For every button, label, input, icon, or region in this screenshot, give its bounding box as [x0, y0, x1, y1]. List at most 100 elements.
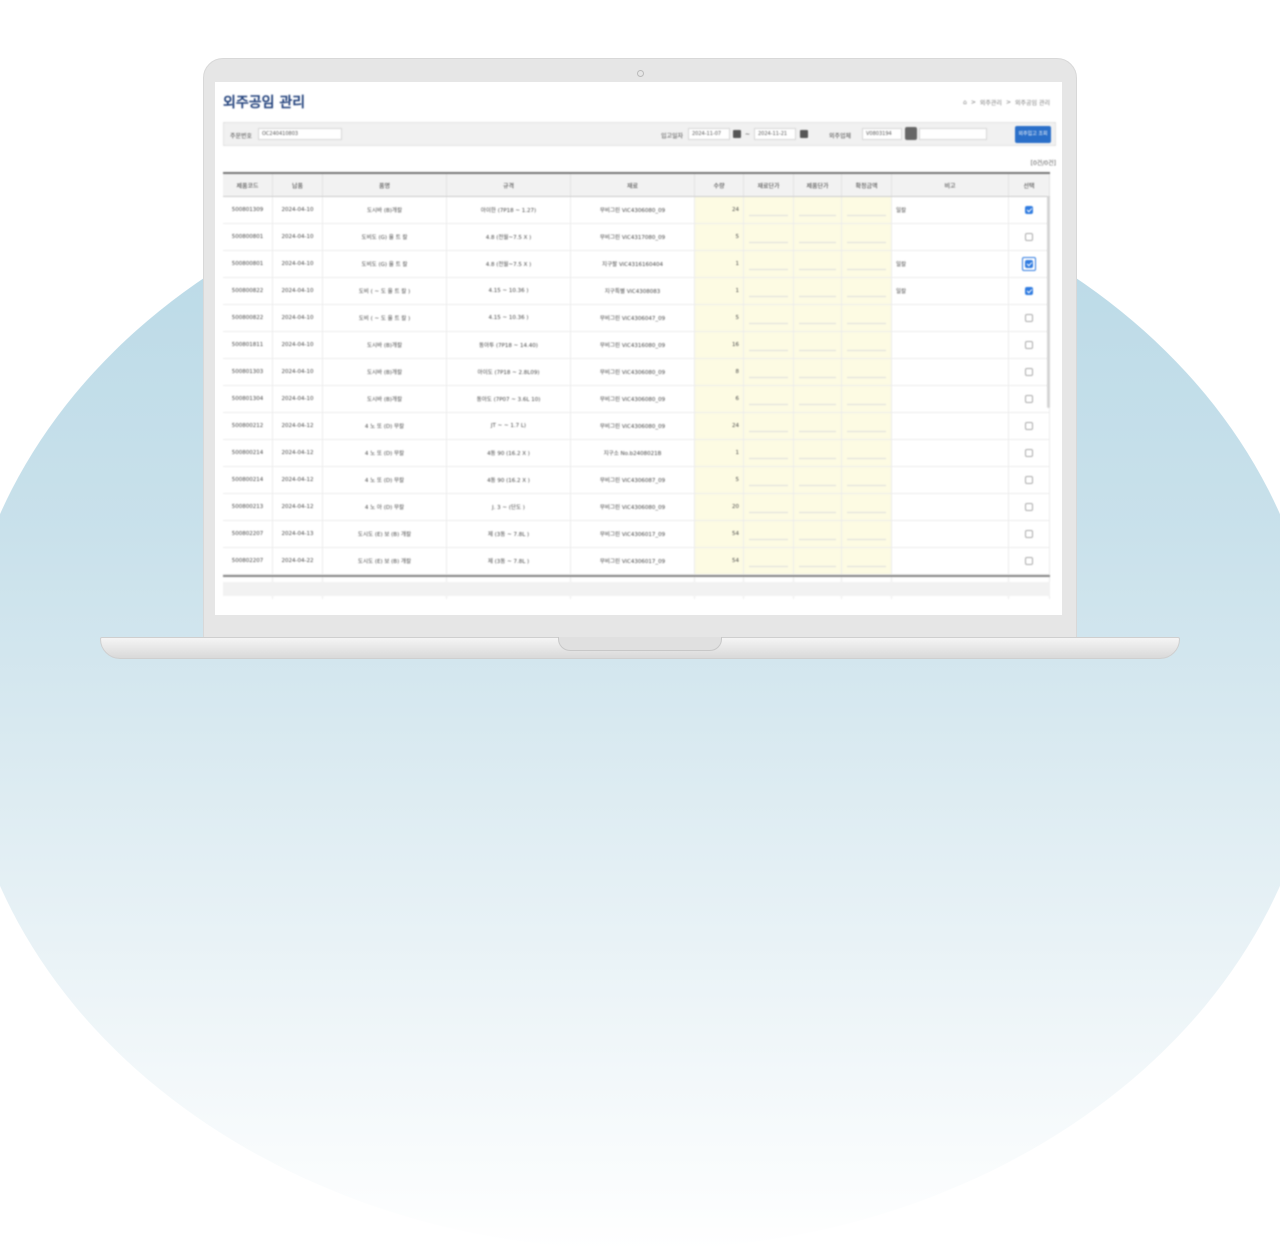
product-price-input[interactable] — [794, 548, 842, 574]
material-price-input[interactable] — [744, 251, 794, 277]
breadcrumb-item-outsourcing[interactable]: 외주관리 — [980, 98, 1002, 107]
material-price-input[interactable] — [744, 332, 794, 358]
query-button[interactable]: 외주입고 조회 — [1015, 126, 1051, 143]
cell-input-line — [846, 448, 887, 459]
material-price-input[interactable] — [744, 197, 794, 223]
material-price-input[interactable] — [744, 440, 794, 466]
confirmed-amount-input[interactable] — [842, 386, 892, 412]
select-checkbox[interactable] — [1025, 422, 1033, 430]
material-price-input[interactable] — [744, 467, 794, 493]
table-row[interactable]: 500800214 2024-04-12 4 노 또 (D) 무칼 4동 90 (16… — [223, 440, 1050, 467]
product-price-input[interactable] — [794, 332, 842, 358]
header-cell: 확정금액 — [842, 174, 892, 196]
table-row[interactable]: 500800212 2024-04-12 4 노 또 (D) 무칼 JT ~ ~ 1.… — [223, 413, 1050, 440]
note-cell — [892, 332, 1009, 358]
material-price-input[interactable] — [744, 305, 794, 331]
product-price-input[interactable] — [794, 251, 842, 277]
vendor-code-input[interactable]: V0803194 — [862, 128, 902, 140]
select-checkbox-wrapper — [1023, 528, 1035, 540]
note-cell — [892, 224, 1009, 250]
product-price-input[interactable] — [794, 386, 842, 412]
select-checkbox[interactable] — [1025, 206, 1033, 214]
material-price-input[interactable] — [744, 521, 794, 547]
cell-input-line — [748, 448, 789, 459]
table-row[interactable]: 500800214 2024-04-12 4 노 또 (D) 무칼 4동 90 (16… — [223, 467, 1050, 494]
select-checkbox[interactable] — [1025, 449, 1033, 457]
product-price-input[interactable] — [794, 440, 842, 466]
calendar-icon[interactable] — [800, 130, 808, 138]
table-row[interactable]: 500801811 2024-04-10 도시바 (B)개칼 동아투 (7P18 ~ … — [223, 332, 1050, 359]
confirmed-amount-input[interactable] — [842, 332, 892, 358]
table-row[interactable]: 500802207 2024-04-13 도시도 (E) 보 (B) 개칼 제 (3동… — [223, 521, 1050, 548]
select-checkbox[interactable] — [1025, 557, 1033, 565]
material-price-input[interactable] — [744, 386, 794, 412]
material-price-input[interactable] — [744, 494, 794, 520]
cell-input-line — [846, 502, 887, 513]
confirmed-amount-input[interactable] — [842, 467, 892, 493]
select-checkbox[interactable] — [1025, 260, 1033, 268]
product-price-input[interactable] — [794, 359, 842, 385]
table-row[interactable]: 500800822 2024-04-10 도비 ( ~ 도 울 트 칼 ) 4.15 … — [223, 305, 1050, 332]
product-price-input[interactable] — [794, 413, 842, 439]
product-price-input[interactable] — [794, 197, 842, 223]
material-price-input[interactable] — [744, 224, 794, 250]
select-checkbox[interactable] — [1025, 314, 1033, 322]
calendar-icon[interactable] — [733, 130, 741, 138]
confirmed-amount-input[interactable] — [842, 359, 892, 385]
table-row[interactable]: 500800801 2024-04-10 도비도 (G) 울 트 칼 4.8 (전월~… — [223, 224, 1050, 251]
material-price-input[interactable] — [744, 359, 794, 385]
spec-cell: J. 3 ~ (단도 ) — [447, 494, 571, 520]
order-no-input[interactable]: OC240410803 — [258, 128, 342, 140]
product-price-input[interactable] — [794, 305, 842, 331]
confirmed-amount-input[interactable] — [842, 305, 892, 331]
confirmed-amount-input[interactable] — [842, 548, 892, 574]
select-checkbox[interactable] — [1025, 476, 1033, 484]
select-checkbox[interactable] — [1025, 341, 1033, 349]
table-scrollbar[interactable] — [1047, 196, 1050, 408]
confirmed-amount-input[interactable] — [842, 197, 892, 223]
home-icon[interactable]: ⌂ — [963, 99, 967, 106]
vendor-name-input[interactable] — [919, 128, 987, 140]
table-row[interactable]: 500800213 2024-04-12 4 노 아 (D) 무칼 J. 3 ~ (단… — [223, 494, 1050, 521]
select-checkbox[interactable] — [1025, 287, 1033, 295]
select-checkbox[interactable] — [1025, 233, 1033, 241]
select-checkbox[interactable] — [1025, 395, 1033, 403]
product-price-input[interactable] — [794, 278, 842, 304]
confirmed-amount-input[interactable] — [842, 278, 892, 304]
table-row[interactable]: 500802207 2024-04-22 도시도 (E) 보 (B) 개칼 제 (3동… — [223, 548, 1050, 575]
material-price-input[interactable] — [744, 413, 794, 439]
select-checkbox-wrapper — [1023, 339, 1035, 351]
select-checkbox[interactable] — [1025, 530, 1033, 538]
product-price-input[interactable] — [794, 467, 842, 493]
material-cell: 무비그린 ViC4316080_09 — [571, 332, 695, 358]
vendor-search-icon[interactable] — [905, 127, 917, 140]
table-row[interactable]: 500801309 2024-04-10 도시바 (B)개칼 아이한 (7P18 ~ … — [223, 197, 1050, 224]
cell-input-line — [846, 286, 887, 297]
confirmed-amount-input[interactable] — [842, 413, 892, 439]
quantity-cell: 24 — [695, 413, 744, 439]
delivery-cell: 2024-04-10 — [273, 305, 323, 331]
table-row[interactable]: 500801303 2024-04-10 도시바 (B)개칼 아이도 (7P18 ~ … — [223, 359, 1050, 386]
table-body: 500801309 2024-04-10 도시바 (B)개칼 아이한 (7P18 ~ … — [223, 197, 1050, 575]
table-row[interactable]: 500801304 2024-04-10 도시바 (B)개칼 동아도 (7P07 ~ … — [223, 386, 1050, 413]
product-price-input[interactable] — [794, 521, 842, 547]
table-row[interactable]: 500800801 2024-04-10 도비도 (G) 울 트 칼 4.8 (전월~… — [223, 251, 1050, 278]
product-price-input[interactable] — [794, 224, 842, 250]
select-checkbox[interactable] — [1025, 368, 1033, 376]
date-from-input[interactable]: 2024-11-07 — [688, 128, 730, 140]
product-name-cell: 4 노 또 (D) 무칼 — [323, 467, 447, 493]
select-checkbox[interactable] — [1025, 503, 1033, 511]
material-price-input[interactable] — [744, 548, 794, 574]
date-to-input[interactable]: 2024-11-21 — [754, 128, 796, 140]
spec-cell: 아이도 (7P18 ~ 2.8L09) — [447, 359, 571, 385]
spec-cell: 제 (3동 ~ 7.8L ) — [447, 521, 571, 547]
confirmed-amount-input[interactable] — [842, 521, 892, 547]
confirmed-amount-input[interactable] — [842, 251, 892, 277]
confirmed-amount-input[interactable] — [842, 494, 892, 520]
confirmed-amount-input[interactable] — [842, 440, 892, 466]
delivery-cell: 2024-04-12 — [273, 413, 323, 439]
confirmed-amount-input[interactable] — [842, 224, 892, 250]
material-price-input[interactable] — [744, 278, 794, 304]
table-row[interactable]: 500800822 2024-04-10 도비 ( ~ 도 울 트 칼 ) 4.15 … — [223, 278, 1050, 305]
product-price-input[interactable] — [794, 494, 842, 520]
